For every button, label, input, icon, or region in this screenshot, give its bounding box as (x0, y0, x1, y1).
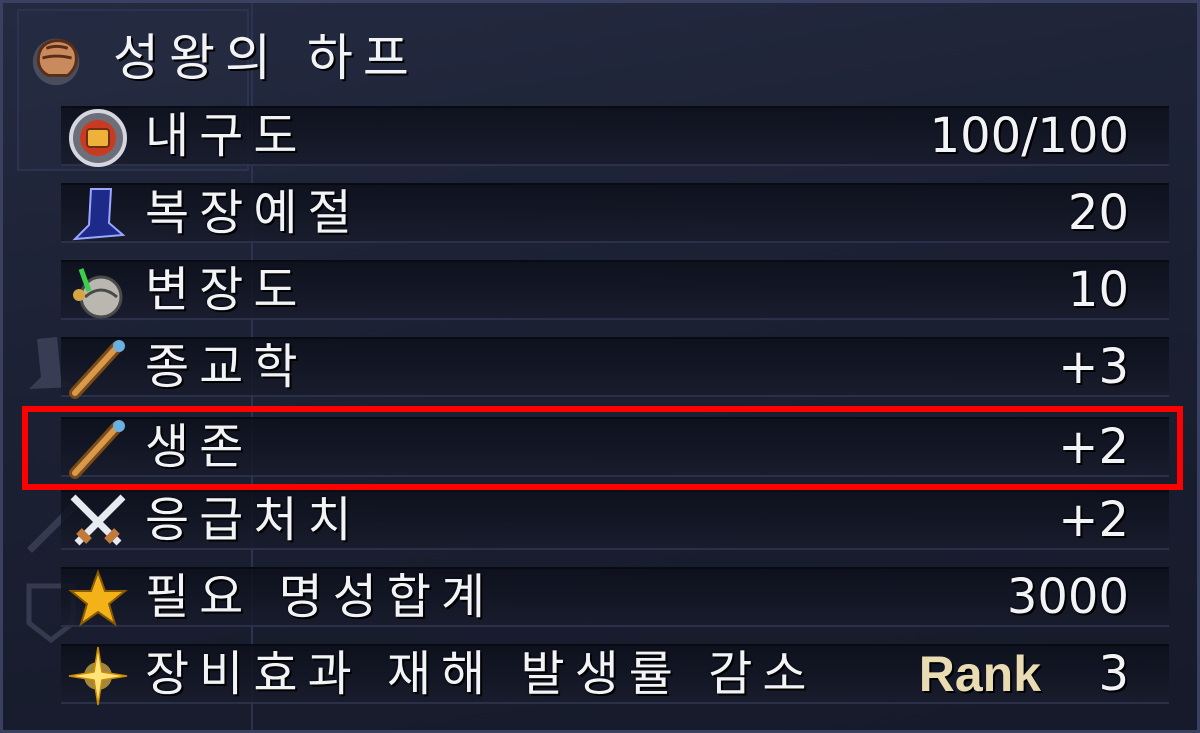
stat-value: 20 (1067, 185, 1129, 241)
stat-value: +2 (1058, 419, 1129, 475)
stat-value: +3 (1058, 339, 1129, 395)
stat-label: 장비효과 재해 발생률 감소 (145, 646, 817, 702)
sparkle-icon (67, 645, 129, 707)
stat-row-equipment-effect: 장비효과 재해 발생률 감소 Rank 3 (61, 644, 1169, 704)
telescope-icon (67, 417, 129, 479)
stat-row-disguise: 변장도 10 (61, 260, 1169, 320)
stat-value: 3 (1098, 646, 1129, 702)
disguise-mask-icon (67, 261, 129, 323)
telescope-icon (67, 337, 129, 399)
stat-label: 생존 (145, 419, 254, 475)
rank-label: Rank (918, 646, 1041, 702)
item-tooltip-panel: 성왕의 하프 내구도 100/100 복장예절 20 변장도 10 종교학 +3… (0, 0, 1200, 733)
stat-row-required-fame: 필요 명성합계 3000 (61, 567, 1169, 627)
stat-label: 종교학 (145, 339, 308, 395)
crossed-swords-icon (67, 491, 129, 553)
stat-label: 복장예절 (145, 185, 362, 241)
stat-value: 10 (1067, 262, 1129, 318)
stat-value: 3000 (1006, 569, 1129, 625)
stat-label: 필요 명성합계 (145, 569, 496, 625)
stat-row-first-aid: 응급처치 +2 (61, 490, 1169, 550)
stat-row-durability: 내구도 100/100 (61, 106, 1169, 166)
stat-row-theology: 종교학 +3 (61, 337, 1169, 397)
stat-label: 변장도 (145, 262, 308, 318)
stat-label: 응급처치 (145, 492, 362, 548)
durability-shield-icon (67, 107, 129, 169)
stat-label: 내구도 (145, 108, 308, 164)
stat-value: 100/100 (929, 108, 1129, 164)
item-name: 성왕의 하프 (113, 29, 419, 87)
stat-row-dress-etiquette: 복장예절 20 (61, 183, 1169, 243)
blue-hat-icon (67, 183, 129, 245)
stat-value: +2 (1058, 492, 1129, 548)
harp-fist-icon (27, 27, 89, 89)
star-icon (67, 568, 129, 630)
stat-row-survival: 생존 +2 (61, 417, 1169, 477)
